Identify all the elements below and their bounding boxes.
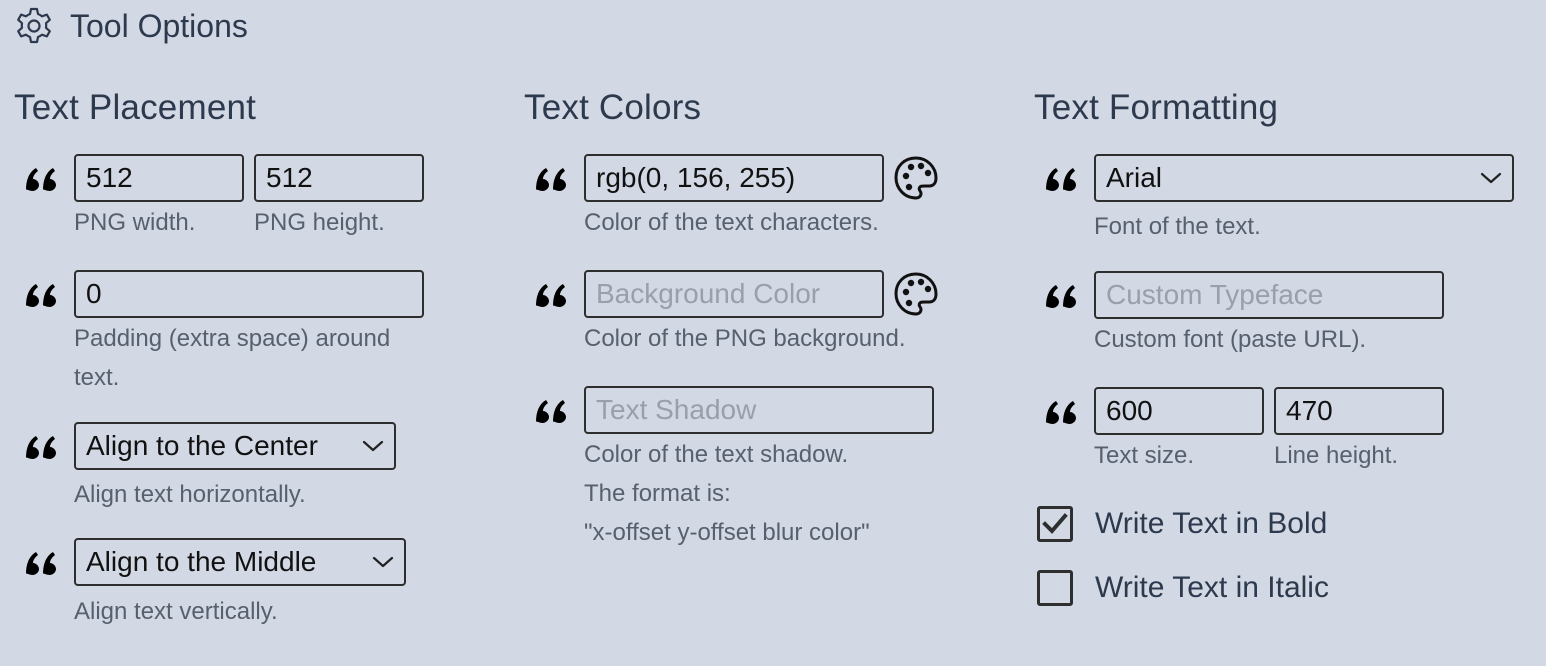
background-color-input[interactable] bbox=[584, 270, 884, 318]
background-color-hint: Color of the PNG background. bbox=[584, 325, 906, 352]
text-size-hint: Text size. bbox=[1094, 442, 1195, 469]
line-height-input[interactable] bbox=[1274, 387, 1444, 435]
palette-icon[interactable] bbox=[893, 155, 939, 201]
italic-checkbox-row[interactable]: Write Text in Italic bbox=[1037, 570, 1329, 606]
text-shadow-input[interactable] bbox=[584, 386, 934, 434]
quote-icon bbox=[24, 550, 58, 576]
text-shadow-hint-line3: "x-offset y-offset blur color" bbox=[584, 519, 870, 546]
quote-icon bbox=[1044, 166, 1078, 192]
text-shadow-hint-line1: Color of the text shadow. bbox=[584, 441, 849, 468]
quote-icon bbox=[534, 398, 568, 424]
vertical-align-value: Align to the Middle bbox=[86, 546, 317, 577]
quote-icon bbox=[534, 166, 568, 192]
vertical-align-select[interactable]: Align to the Middle bbox=[74, 538, 406, 586]
italic-checkbox-label[interactable]: Write Text in Italic bbox=[1095, 571, 1329, 605]
quote-icon bbox=[534, 282, 568, 308]
bold-checkbox-label[interactable]: Write Text in Bold bbox=[1095, 507, 1327, 541]
custom-typeface-input[interactable] bbox=[1094, 271, 1444, 319]
page-title: Tool Options bbox=[70, 7, 248, 44]
text-placement-section: Text Placement bbox=[14, 86, 484, 130]
quote-icon bbox=[24, 282, 58, 308]
bold-checkbox[interactable] bbox=[1037, 506, 1073, 542]
quote-icon bbox=[24, 434, 58, 460]
line-height-hint: Line height. bbox=[1274, 442, 1399, 469]
bold-checkbox-row[interactable]: Write Text in Bold bbox=[1037, 506, 1327, 542]
png-width-input[interactable] bbox=[74, 154, 244, 202]
tool-options-header: Tool Options bbox=[14, 6, 248, 46]
horizontal-align-hint: Align text horizontally. bbox=[74, 481, 306, 508]
gear-icon bbox=[17, 7, 51, 44]
quote-icon bbox=[1044, 283, 1078, 309]
text-shadow-hint-line2: The format is: bbox=[584, 480, 731, 507]
padding-hint-line1: Padding (extra space) around bbox=[74, 325, 391, 352]
font-value: Arial bbox=[1106, 162, 1163, 193]
custom-typeface-hint: Custom font (paste URL). bbox=[1094, 326, 1367, 353]
png-width-hint: PNG width. bbox=[74, 209, 196, 236]
text-formatting-section: Text Formatting bbox=[1034, 86, 1534, 130]
png-height-hint: PNG height. bbox=[254, 209, 385, 236]
vertical-align-hint: Align text vertically. bbox=[74, 598, 278, 625]
palette-icon[interactable] bbox=[893, 271, 939, 317]
quote-icon bbox=[1044, 399, 1078, 425]
text-color-hint: Color of the text characters. bbox=[584, 209, 879, 236]
text-color-input[interactable] bbox=[584, 154, 884, 202]
chevron-down-icon bbox=[1480, 171, 1502, 185]
text-formatting-title: Text Formatting bbox=[1034, 88, 1279, 127]
font-select[interactable]: Arial bbox=[1094, 154, 1514, 202]
horizontal-align-value: Align to the Center bbox=[86, 430, 318, 461]
png-height-input[interactable] bbox=[254, 154, 424, 202]
italic-checkbox[interactable] bbox=[1037, 570, 1073, 606]
text-colors-title: Text Colors bbox=[524, 88, 702, 127]
horizontal-align-select[interactable]: Align to the Center bbox=[74, 422, 396, 470]
padding-input[interactable] bbox=[74, 270, 424, 318]
text-size-input[interactable] bbox=[1094, 387, 1264, 435]
checkmark-icon bbox=[1042, 513, 1068, 534]
chevron-down-icon bbox=[362, 439, 384, 453]
text-colors-section: Text Colors bbox=[524, 86, 994, 130]
quote-icon bbox=[24, 166, 58, 192]
font-hint: Font of the text. bbox=[1094, 213, 1261, 240]
padding-hint-line2: text. bbox=[74, 364, 120, 391]
chevron-down-icon bbox=[372, 555, 394, 569]
text-placement-title: Text Placement bbox=[14, 88, 257, 127]
